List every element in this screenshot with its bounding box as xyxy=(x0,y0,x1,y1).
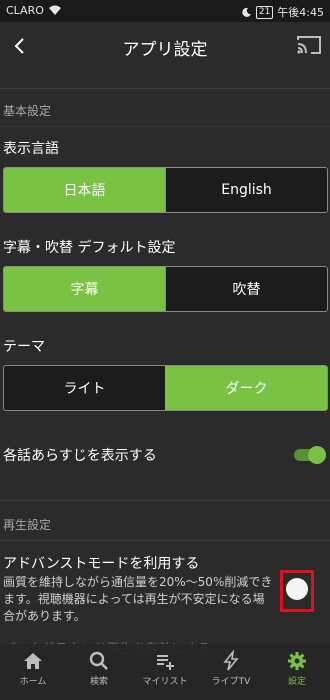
nav-item-mylist[interactable]: マイリスト xyxy=(132,644,198,700)
synopsis-label: 各話あらすじを表示する xyxy=(3,448,157,464)
home-icon xyxy=(24,653,42,669)
playlist-add-icon xyxy=(157,655,174,670)
theme-selector: ライト ダーク xyxy=(3,365,328,411)
theme-label: テーマ xyxy=(3,339,45,355)
language-label: 表示言語 xyxy=(3,141,59,157)
divider xyxy=(0,88,330,89)
language-option-japanese[interactable]: 日本語 xyxy=(4,168,165,212)
nav-item-settings[interactable]: 設定 xyxy=(264,644,330,700)
nav-item-livetv[interactable]: ライブTV xyxy=(198,644,264,700)
divider xyxy=(0,540,330,541)
status-bar: CLARO 21 午後4:45 xyxy=(0,0,330,22)
subtitle-dub-selector: 字幕 吹替 xyxy=(3,266,328,312)
synopsis-toggle[interactable] xyxy=(294,446,326,464)
language-selector: 日本語 English xyxy=(3,167,328,213)
status-time: 午後4:45 xyxy=(277,6,324,19)
dub-option[interactable]: 吹替 xyxy=(165,267,327,311)
wifi-icon xyxy=(48,5,61,15)
carrier-label: CLARO xyxy=(6,4,44,17)
advanced-mode-toggle[interactable] xyxy=(286,578,308,600)
nav-label: ホーム xyxy=(19,677,47,687)
nav-label: ライブTV xyxy=(211,677,251,687)
gear-icon xyxy=(288,652,306,670)
nav-label: 検索 xyxy=(89,677,108,687)
subtitle-option[interactable]: 字幕 xyxy=(4,267,165,311)
moon-icon xyxy=(242,7,251,17)
advanced-mode-label: アドバンストモードを利用する xyxy=(3,556,200,572)
live-tv-icon xyxy=(223,650,239,671)
section-label-basic: 基本設定 xyxy=(3,104,52,118)
nav-item-home[interactable]: ホーム xyxy=(0,644,66,700)
nav-label: マイリスト xyxy=(142,677,188,687)
subtitle-dub-label: 字幕・吹替 デフォルト設定 xyxy=(3,240,176,256)
cast-icon[interactable] xyxy=(296,34,322,56)
nav-item-search[interactable]: 検索 xyxy=(66,644,132,700)
advanced-mode-description: 画質を維持しながら通信量を20%〜50%削減できます。視聴機器によっては再生が不… xyxy=(3,575,273,623)
theme-option-dark[interactable]: ダーク xyxy=(165,366,327,410)
section-label-playback: 再生設定 xyxy=(3,518,52,532)
nav-label: 設定 xyxy=(287,677,306,687)
divider xyxy=(0,126,330,127)
divider xyxy=(0,500,330,501)
search-icon xyxy=(89,651,108,670)
language-option-english[interactable]: English xyxy=(165,168,327,212)
page-title: アプリ設定 xyxy=(122,40,208,60)
toggle-thumb xyxy=(308,446,326,464)
bottom-navigation: ホーム 検索 マイリスト ライブTV 設定 xyxy=(0,644,330,700)
battery-indicator: 21 xyxy=(255,5,274,19)
app-header: アプリ設定 xyxy=(0,22,330,70)
theme-option-light[interactable]: ライト xyxy=(4,366,165,410)
